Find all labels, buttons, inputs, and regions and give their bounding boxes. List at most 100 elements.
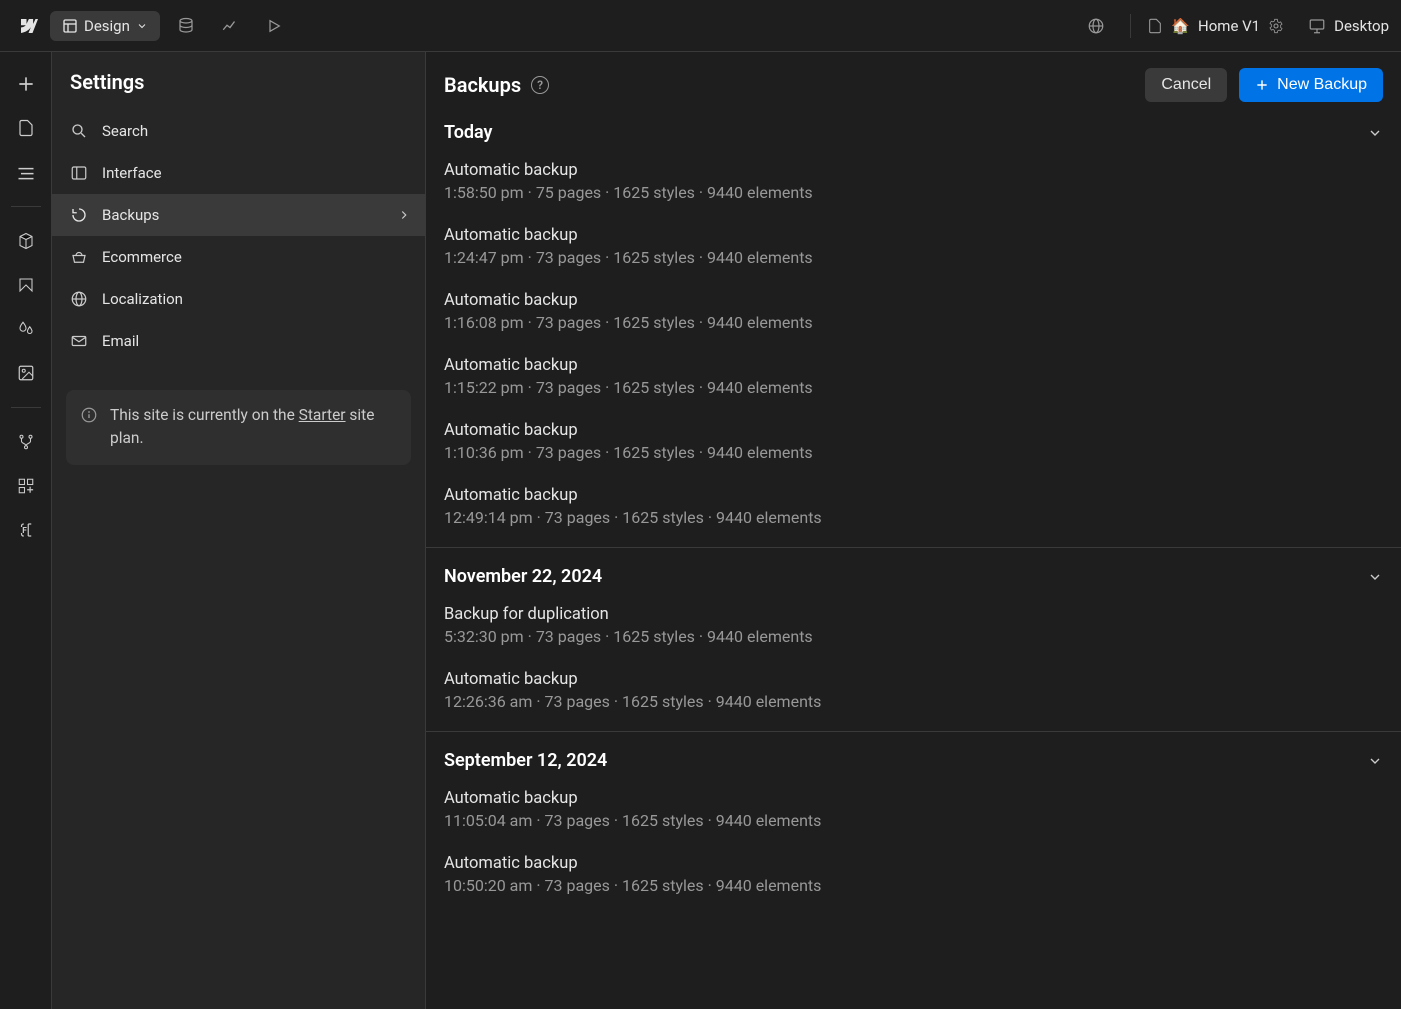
file-icon: [17, 119, 35, 137]
backup-title: Automatic backup: [444, 421, 1383, 440]
chevron-down-icon[interactable]: [1367, 753, 1383, 769]
variables-tool[interactable]: [6, 309, 46, 349]
divider: [11, 206, 41, 207]
settings-list: Search Interface Backups Ecommerce Local…: [52, 106, 425, 366]
backup-item[interactable]: Backup for duplication5:32:30 pm · 73 pa…: [426, 595, 1401, 660]
settings-item-label: Backups: [102, 206, 159, 224]
settings-item-backups[interactable]: Backups: [52, 194, 425, 236]
pages-tool[interactable]: [6, 108, 46, 148]
new-backup-label: New Backup: [1277, 76, 1367, 94]
topbar: Design 🏠 Home V1 Desktop: [0, 0, 1401, 52]
preview-icon-button[interactable]: [256, 8, 292, 44]
box-icon: [17, 232, 35, 250]
backup-meta: 1:10:36 pm · 73 pages · 1625 styles · 94…: [444, 443, 1383, 462]
design-icon: [62, 18, 78, 34]
chevron-down-icon[interactable]: [1367, 569, 1383, 585]
page-emoji: 🏠: [1171, 17, 1190, 35]
backup-meta: 10:50:20 am · 73 pages · 1625 styles · 9…: [444, 876, 1383, 895]
backup-title: Automatic backup: [444, 226, 1383, 245]
design-mode-label: Design: [84, 17, 130, 35]
breakpoint-indicator[interactable]: Desktop: [1308, 17, 1389, 35]
add-tool[interactable]: [6, 64, 46, 104]
settings-item-ecommerce[interactable]: Ecommerce: [52, 236, 425, 278]
backup-item[interactable]: Automatic backup12:26:36 am · 73 pages ·…: [426, 660, 1401, 725]
image-icon: [17, 364, 35, 382]
group-label: November 22, 2024: [444, 566, 602, 587]
chevron-down-icon[interactable]: [1367, 125, 1383, 141]
page-settings-icon[interactable]: [1268, 18, 1284, 34]
backup-item[interactable]: Automatic backup1:24:47 pm · 73 pages · …: [426, 216, 1401, 281]
backup-title: Automatic backup: [444, 854, 1383, 873]
page-icon: [1147, 18, 1163, 34]
backup-title: Automatic backup: [444, 670, 1383, 689]
basket-icon: [70, 248, 88, 266]
backup-title: Automatic backup: [444, 161, 1383, 180]
settings-item-label: Localization: [102, 290, 183, 308]
mail-icon: [70, 332, 88, 350]
globe-icon: [70, 290, 88, 308]
breakpoint-label: Desktop: [1334, 17, 1389, 35]
cms-icon-button[interactable]: [168, 8, 204, 44]
divider: [11, 407, 41, 408]
locale-icon-button[interactable]: [1078, 8, 1114, 44]
design-mode-dropdown[interactable]: Design: [50, 11, 160, 41]
backup-meta: 1:58:50 pm · 75 pages · 1625 styles · 94…: [444, 183, 1383, 202]
backup-group-header[interactable]: September 12, 2024: [426, 731, 1401, 779]
backup-group-header[interactable]: November 22, 2024: [426, 547, 1401, 595]
info-icon: [80, 406, 98, 424]
backup-group-header[interactable]: Today: [426, 114, 1401, 151]
assets-tool[interactable]: [6, 353, 46, 393]
plan-info-text: This site is currently on the Starter si…: [110, 404, 397, 451]
topbar-left: Design: [12, 8, 292, 44]
backup-meta: 1:15:22 pm · 73 pages · 1625 styles · 94…: [444, 378, 1383, 397]
logic-tool[interactable]: [6, 422, 46, 462]
settings-panel: Settings Search Interface Backups Ecomme…: [52, 52, 426, 1009]
backup-item[interactable]: Automatic backup11:05:04 am · 73 pages ·…: [426, 779, 1401, 844]
settings-item-label: Email: [102, 332, 139, 350]
navigator-tool[interactable]: [6, 152, 46, 192]
backup-meta: 5:32:30 pm · 73 pages · 1625 styles · 94…: [444, 627, 1383, 646]
help-icon[interactable]: ?: [531, 76, 549, 94]
backup-item[interactable]: Automatic backup 1:58:50 pm · 75 pages · …: [426, 151, 1401, 216]
style-tool[interactable]: [6, 265, 46, 305]
settings-item-label: Search: [102, 122, 148, 140]
components-tool[interactable]: [6, 221, 46, 261]
backup-meta: 1:16:08 pm · 73 pages · 1625 styles · 94…: [444, 313, 1383, 332]
plan-link[interactable]: Starter: [299, 406, 346, 424]
page-indicator[interactable]: 🏠 Home V1: [1147, 17, 1260, 35]
apps-tool[interactable]: [6, 466, 46, 506]
globe-icon: [1087, 17, 1105, 35]
group-label: Today: [444, 122, 493, 143]
webflow-logo-icon[interactable]: [12, 11, 42, 41]
apps-icon: [17, 477, 35, 495]
branch-icon: [17, 433, 35, 451]
settings-item-localization[interactable]: Localization: [52, 278, 425, 320]
backup-title: Automatic backup: [444, 486, 1383, 505]
backup-item[interactable]: Automatic backup1:15:22 pm · 73 pages · …: [426, 346, 1401, 411]
content-title-wrap: Backups ?: [444, 73, 549, 97]
topbar-right: 🏠 Home V1 Desktop: [1078, 8, 1389, 44]
font-tool[interactable]: F: [6, 510, 46, 550]
group-label: September 12, 2024: [444, 750, 607, 771]
backup-title: Automatic backup: [444, 291, 1383, 310]
backup-list[interactable]: Today Automatic backup 1:58:50 pm · 75 pag…: [426, 114, 1401, 1009]
plan-info-box: This site is currently on the Starter si…: [66, 390, 411, 465]
settings-item-interface[interactable]: Interface: [52, 152, 425, 194]
settings-item-search[interactable]: Search: [52, 110, 425, 152]
cancel-button[interactable]: Cancel: [1145, 68, 1227, 102]
plus-icon: [16, 74, 36, 94]
chevron-down-icon: [136, 20, 148, 32]
play-icon: [266, 18, 282, 34]
content-header: Backups ? Cancel New Backup: [426, 52, 1401, 114]
backup-title: Automatic backup: [444, 789, 1383, 808]
backup-icon: [70, 206, 88, 224]
analytics-icon-button[interactable]: [212, 8, 248, 44]
new-backup-button[interactable]: New Backup: [1239, 68, 1383, 102]
backup-item[interactable]: Automatic backup 1:16:08 pm · 73 pages · …: [426, 281, 1401, 346]
settings-item-email[interactable]: Email: [52, 320, 425, 362]
content: Backups ? Cancel New Backup Today Automat…: [426, 52, 1401, 1009]
backup-item[interactable]: Automatic backup12:49:14 pm · 73 pages ·…: [426, 476, 1401, 541]
backup-item[interactable]: Automatic backup 10:50:20 am · 73 pages ·…: [426, 844, 1401, 909]
chart-line-icon: [221, 17, 239, 35]
backup-item[interactable]: Automatic backup 1:10:36 pm · 73 pages · …: [426, 411, 1401, 476]
